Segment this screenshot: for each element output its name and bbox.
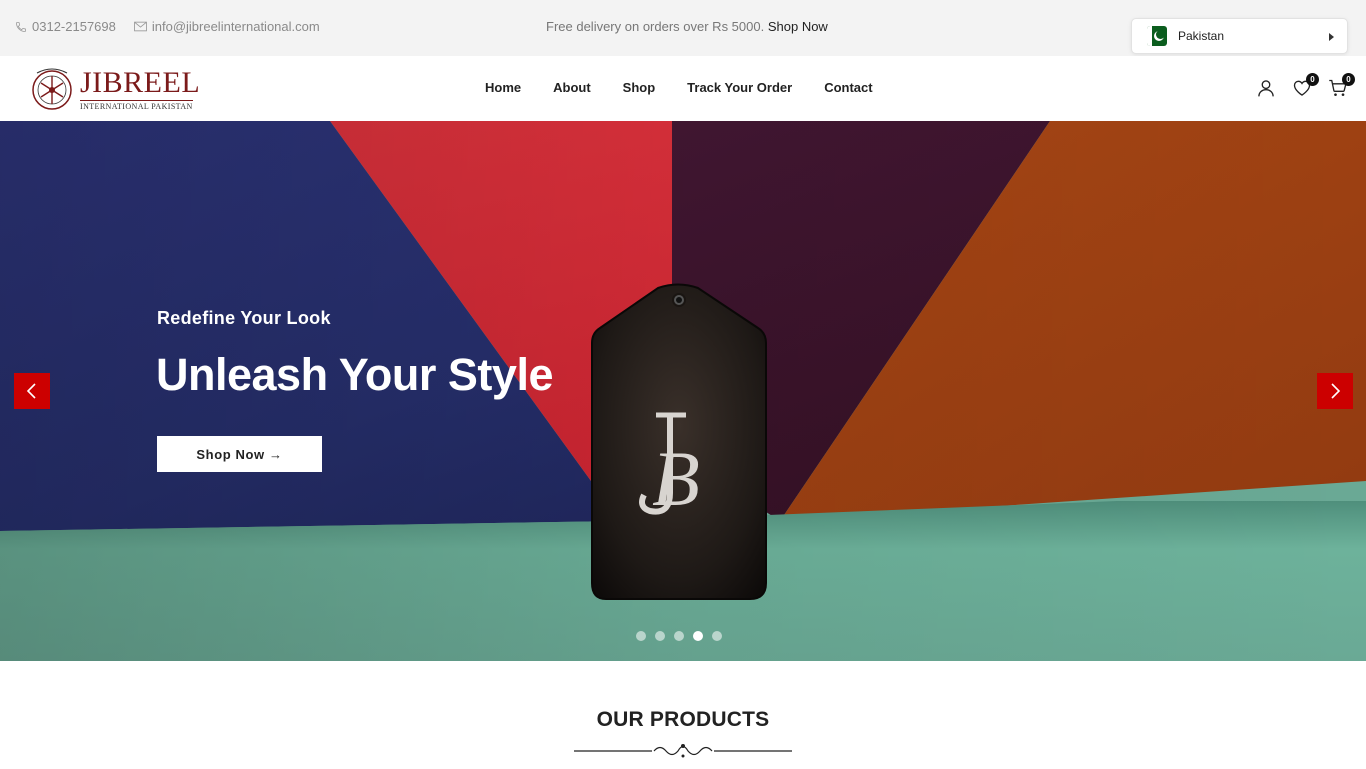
country-selector[interactable]: Pakistan — [1131, 18, 1348, 54]
phone-icon — [16, 21, 26, 32]
slider-dot-4[interactable] — [693, 631, 703, 641]
logo-text: JIBREEL — [80, 66, 201, 99]
logo-emblem-icon — [32, 68, 72, 110]
email-link[interactable]: info@jibreelinternational.com — [133, 19, 320, 34]
chevron-left-icon — [26, 383, 36, 399]
phone-number: 0312-2157698 — [32, 19, 116, 34]
wishlist-count-badge: 0 — [1306, 73, 1319, 86]
section-title: OUR PRODUCTS — [596, 708, 770, 731]
promo-banner: Free delivery on orders over Rs 5000. Sh… — [546, 19, 828, 34]
slider-prev-button[interactable] — [14, 373, 50, 409]
nav-shop[interactable]: Shop — [623, 80, 656, 95]
caret-right-icon — [1329, 33, 1334, 41]
cart-count-badge: 0 — [1342, 73, 1355, 86]
ornament-divider-icon — [574, 744, 792, 758]
promo-text: Free delivery on orders over Rs 5000. — [546, 19, 765, 34]
chevron-right-icon — [1331, 383, 1341, 399]
nav-about[interactable]: About — [553, 80, 591, 95]
pakistan-flag-icon — [1147, 26, 1167, 46]
nav-contact[interactable]: Contact — [824, 80, 872, 95]
slider-dot-3[interactable] — [674, 631, 684, 641]
phone-link[interactable]: 0312-2157698 — [15, 19, 116, 34]
cart-button[interactable]: 0 — [1328, 73, 1355, 98]
contact-info: 0312-2157698 info@jibreelinternational.c… — [15, 19, 338, 34]
header-actions: 0 0 — [1256, 73, 1364, 98]
jb-leather-tag-image: B — [591, 283, 767, 600]
top-bar: 0312-2157698 info@jibreelinternational.c… — [0, 0, 1366, 56]
slider-dot-5[interactable] — [712, 631, 722, 641]
hero-shop-now-button[interactable]: Shop Now → — [157, 436, 322, 472]
logo-subtext: INTERNATIONAL PAKISTAN — [80, 100, 193, 111]
country-label: Pakistan — [1178, 29, 1225, 43]
hero-slider: B Redefine Your Look Unleash Your Style … — [0, 121, 1366, 661]
user-icon — [1258, 80, 1274, 97]
hero-headline: Unleash Your Style — [156, 349, 553, 400]
wishlist-button[interactable]: 0 — [1292, 73, 1319, 98]
main-nav: Home About Shop Track Your Order Contact — [485, 80, 905, 95]
hero-eyebrow: Redefine Your Look — [157, 308, 331, 328]
mail-icon — [133, 21, 147, 32]
slider-dot-1[interactable] — [636, 631, 646, 641]
account-button[interactable] — [1256, 78, 1276, 98]
site-header: JIBREEL INTERNATIONAL PAKISTAN Home Abou… — [0, 56, 1366, 121]
slider-dot-2[interactable] — [655, 631, 665, 641]
slider-pagination — [636, 631, 731, 641]
nav-track-order[interactable]: Track Your Order — [687, 80, 792, 95]
promo-shop-now-link[interactable]: Shop Now — [768, 19, 828, 34]
email-address: info@jibreelinternational.com — [151, 19, 320, 34]
site-logo[interactable]: JIBREEL INTERNATIONAL PAKISTAN — [29, 62, 204, 114]
nav-home[interactable]: Home — [485, 80, 521, 95]
slider-next-button[interactable] — [1317, 373, 1353, 409]
